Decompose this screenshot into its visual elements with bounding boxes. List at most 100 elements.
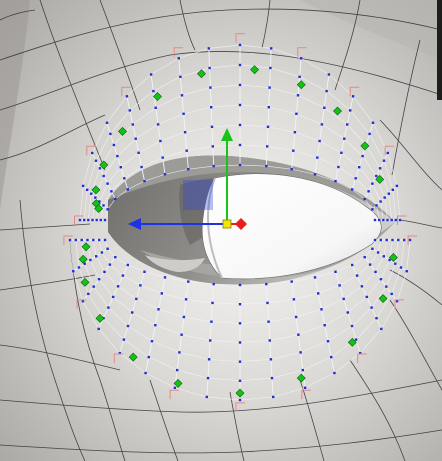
lower-lid-control-vertex[interactable] <box>150 340 154 343</box>
lower-lid-control-vertex[interactable] <box>122 338 126 341</box>
lower-lid-control-vertex[interactable] <box>330 355 333 359</box>
upper-lid-control-vertex[interactable] <box>140 165 143 169</box>
lower-lid-control-vertex[interactable] <box>365 295 368 299</box>
upper-lid-control-vertex[interactable] <box>131 123 134 126</box>
lower-lid-control-vertex[interactable] <box>272 395 275 399</box>
upper-lid-control-vertex[interactable] <box>154 106 157 109</box>
upper-lid-control-vertex[interactable] <box>395 184 399 188</box>
lower-lid-control-vertex[interactable] <box>77 266 81 269</box>
upper-lid-control-vertex[interactable] <box>266 145 269 148</box>
upper-lid-control-vertex[interactable] <box>398 218 402 222</box>
upper-lid-control-vertex[interactable] <box>316 156 319 159</box>
upper-lid-control-vertex[interactable] <box>238 163 242 167</box>
3d-viewport[interactable] <box>0 0 442 461</box>
lower-lid-control-vertex[interactable] <box>68 238 72 242</box>
upper-lid-control-vertex[interactable] <box>159 139 162 143</box>
upper-lid-control-vertex[interactable] <box>390 218 393 222</box>
lower-lid-control-vertex[interactable] <box>290 280 293 283</box>
lower-lid-control-vertex[interactable] <box>405 270 408 273</box>
upper-lid-control-vertex[interactable] <box>179 75 182 78</box>
upper-lid-control-vertex[interactable] <box>208 66 211 70</box>
lower-lid-control-vertex[interactable] <box>121 274 125 277</box>
lower-lid-control-vertex[interactable] <box>154 324 157 327</box>
upper-lid-control-vertex[interactable] <box>238 83 242 87</box>
upper-lid-control-vertex[interactable] <box>210 106 213 109</box>
upper-lid-control-vertex[interactable] <box>103 218 107 222</box>
lower-lid-control-vertex[interactable] <box>363 256 366 259</box>
upper-lid-control-vertex[interactable] <box>266 125 270 128</box>
upper-lid-control-vertex[interactable] <box>183 131 187 134</box>
lower-lid-control-vertex[interactable] <box>89 258 92 262</box>
upper-lid-control-vertex[interactable] <box>163 173 167 176</box>
lower-lid-control-vertex[interactable] <box>391 238 394 242</box>
lower-lid-control-vertex[interactable] <box>116 285 120 288</box>
lower-lid-control-vertex[interactable] <box>382 255 385 258</box>
upper-lid-control-vertex[interactable] <box>238 123 242 127</box>
lower-lid-control-vertex[interactable] <box>334 270 337 273</box>
lower-lid-control-vertex[interactable] <box>157 308 160 311</box>
lower-lid-control-vertex[interactable] <box>266 301 269 305</box>
lower-lid-control-vertex[interactable] <box>323 324 326 327</box>
upper-lid-control-vertex[interactable] <box>269 66 272 70</box>
upper-lid-control-vertex[interactable] <box>363 197 366 201</box>
lower-lid-control-vertex[interactable] <box>187 280 190 283</box>
lower-lid-control-vertex[interactable] <box>355 274 359 277</box>
lower-lid-control-vertex[interactable] <box>351 263 354 267</box>
upper-lid-control-vertex[interactable] <box>125 95 129 98</box>
upper-lid-control-vertex[interactable] <box>123 177 126 180</box>
upper-lid-control-vertex[interactable] <box>209 86 212 89</box>
upper-lid-control-vertex[interactable] <box>313 173 317 176</box>
lower-lid-control-vertex[interactable] <box>95 255 98 258</box>
upper-lid-control-vertex[interactable] <box>265 164 268 168</box>
upper-lid-control-vertex[interactable] <box>95 218 98 222</box>
lower-lid-control-vertex[interactable] <box>86 238 89 242</box>
lower-lid-control-vertex[interactable] <box>180 333 183 336</box>
upper-lid-control-vertex[interactable] <box>114 197 117 201</box>
lower-lid-control-vertex[interactable] <box>370 306 373 309</box>
upper-lid-control-vertex[interactable] <box>268 86 271 89</box>
upper-lid-control-vertex[interactable] <box>300 57 303 60</box>
upper-lid-control-vertex[interactable] <box>387 192 390 195</box>
lower-lid-control-vertex[interactable] <box>131 311 134 314</box>
lower-lid-control-vertex[interactable] <box>74 238 77 242</box>
upper-lid-control-vertex[interactable] <box>323 106 326 109</box>
upper-lid-control-vertex[interactable] <box>211 145 214 148</box>
upper-lid-control-vertex[interactable] <box>106 182 109 185</box>
lower-lid-control-vertex[interactable] <box>354 338 358 341</box>
lower-lid-control-vertex[interactable] <box>385 285 388 288</box>
lower-lid-control-vertex[interactable] <box>144 371 147 375</box>
upper-lid-control-vertex[interactable] <box>128 109 131 112</box>
upper-lid-control-vertex[interactable] <box>267 106 270 109</box>
upper-lid-control-vertex[interactable] <box>143 179 146 183</box>
lower-lid-control-vertex[interactable] <box>139 284 142 287</box>
upper-lid-control-vertex[interactable] <box>91 218 94 222</box>
upper-lid-control-vertex[interactable] <box>298 75 301 78</box>
lower-lid-control-vertex[interactable] <box>135 297 138 301</box>
upper-lid-control-vertex[interactable] <box>394 218 397 222</box>
lower-lid-control-vertex[interactable] <box>368 263 372 266</box>
upper-lid-control-vertex[interactable] <box>156 123 160 126</box>
upper-lid-control-vertex[interactable] <box>119 166 122 169</box>
upper-lid-control-vertex[interactable] <box>391 188 394 191</box>
lower-lid-control-vertex[interactable] <box>342 297 345 301</box>
upper-lid-control-vertex[interactable] <box>78 218 82 222</box>
lower-lid-control-vertex[interactable] <box>360 285 364 288</box>
lower-lid-control-vertex[interactable] <box>350 324 354 328</box>
lower-lid-control-vertex[interactable] <box>238 283 242 287</box>
lower-lid-control-vertex[interactable] <box>397 238 400 242</box>
upper-lid-control-vertex[interactable] <box>379 200 382 203</box>
lower-lid-control-vertex[interactable] <box>326 340 330 343</box>
lower-lid-control-vertex[interactable] <box>373 238 377 242</box>
lower-lid-control-vertex[interactable] <box>320 308 323 311</box>
lower-lid-control-vertex[interactable] <box>112 295 115 299</box>
lower-lid-control-vertex[interactable] <box>163 276 167 279</box>
upper-lid-control-vertex[interactable] <box>187 168 190 171</box>
upper-lid-control-vertex[interactable] <box>295 112 298 115</box>
upper-lid-control-vertex[interactable] <box>343 137 346 140</box>
lower-lid-control-vertex[interactable] <box>238 379 242 382</box>
upper-lid-control-vertex[interactable] <box>210 125 214 128</box>
upper-lid-control-vertex[interactable] <box>106 208 109 211</box>
lower-lid-control-vertex[interactable] <box>303 386 307 389</box>
upper-lid-control-vertex[interactable] <box>346 123 349 126</box>
lower-lid-control-vertex[interactable] <box>212 282 215 286</box>
